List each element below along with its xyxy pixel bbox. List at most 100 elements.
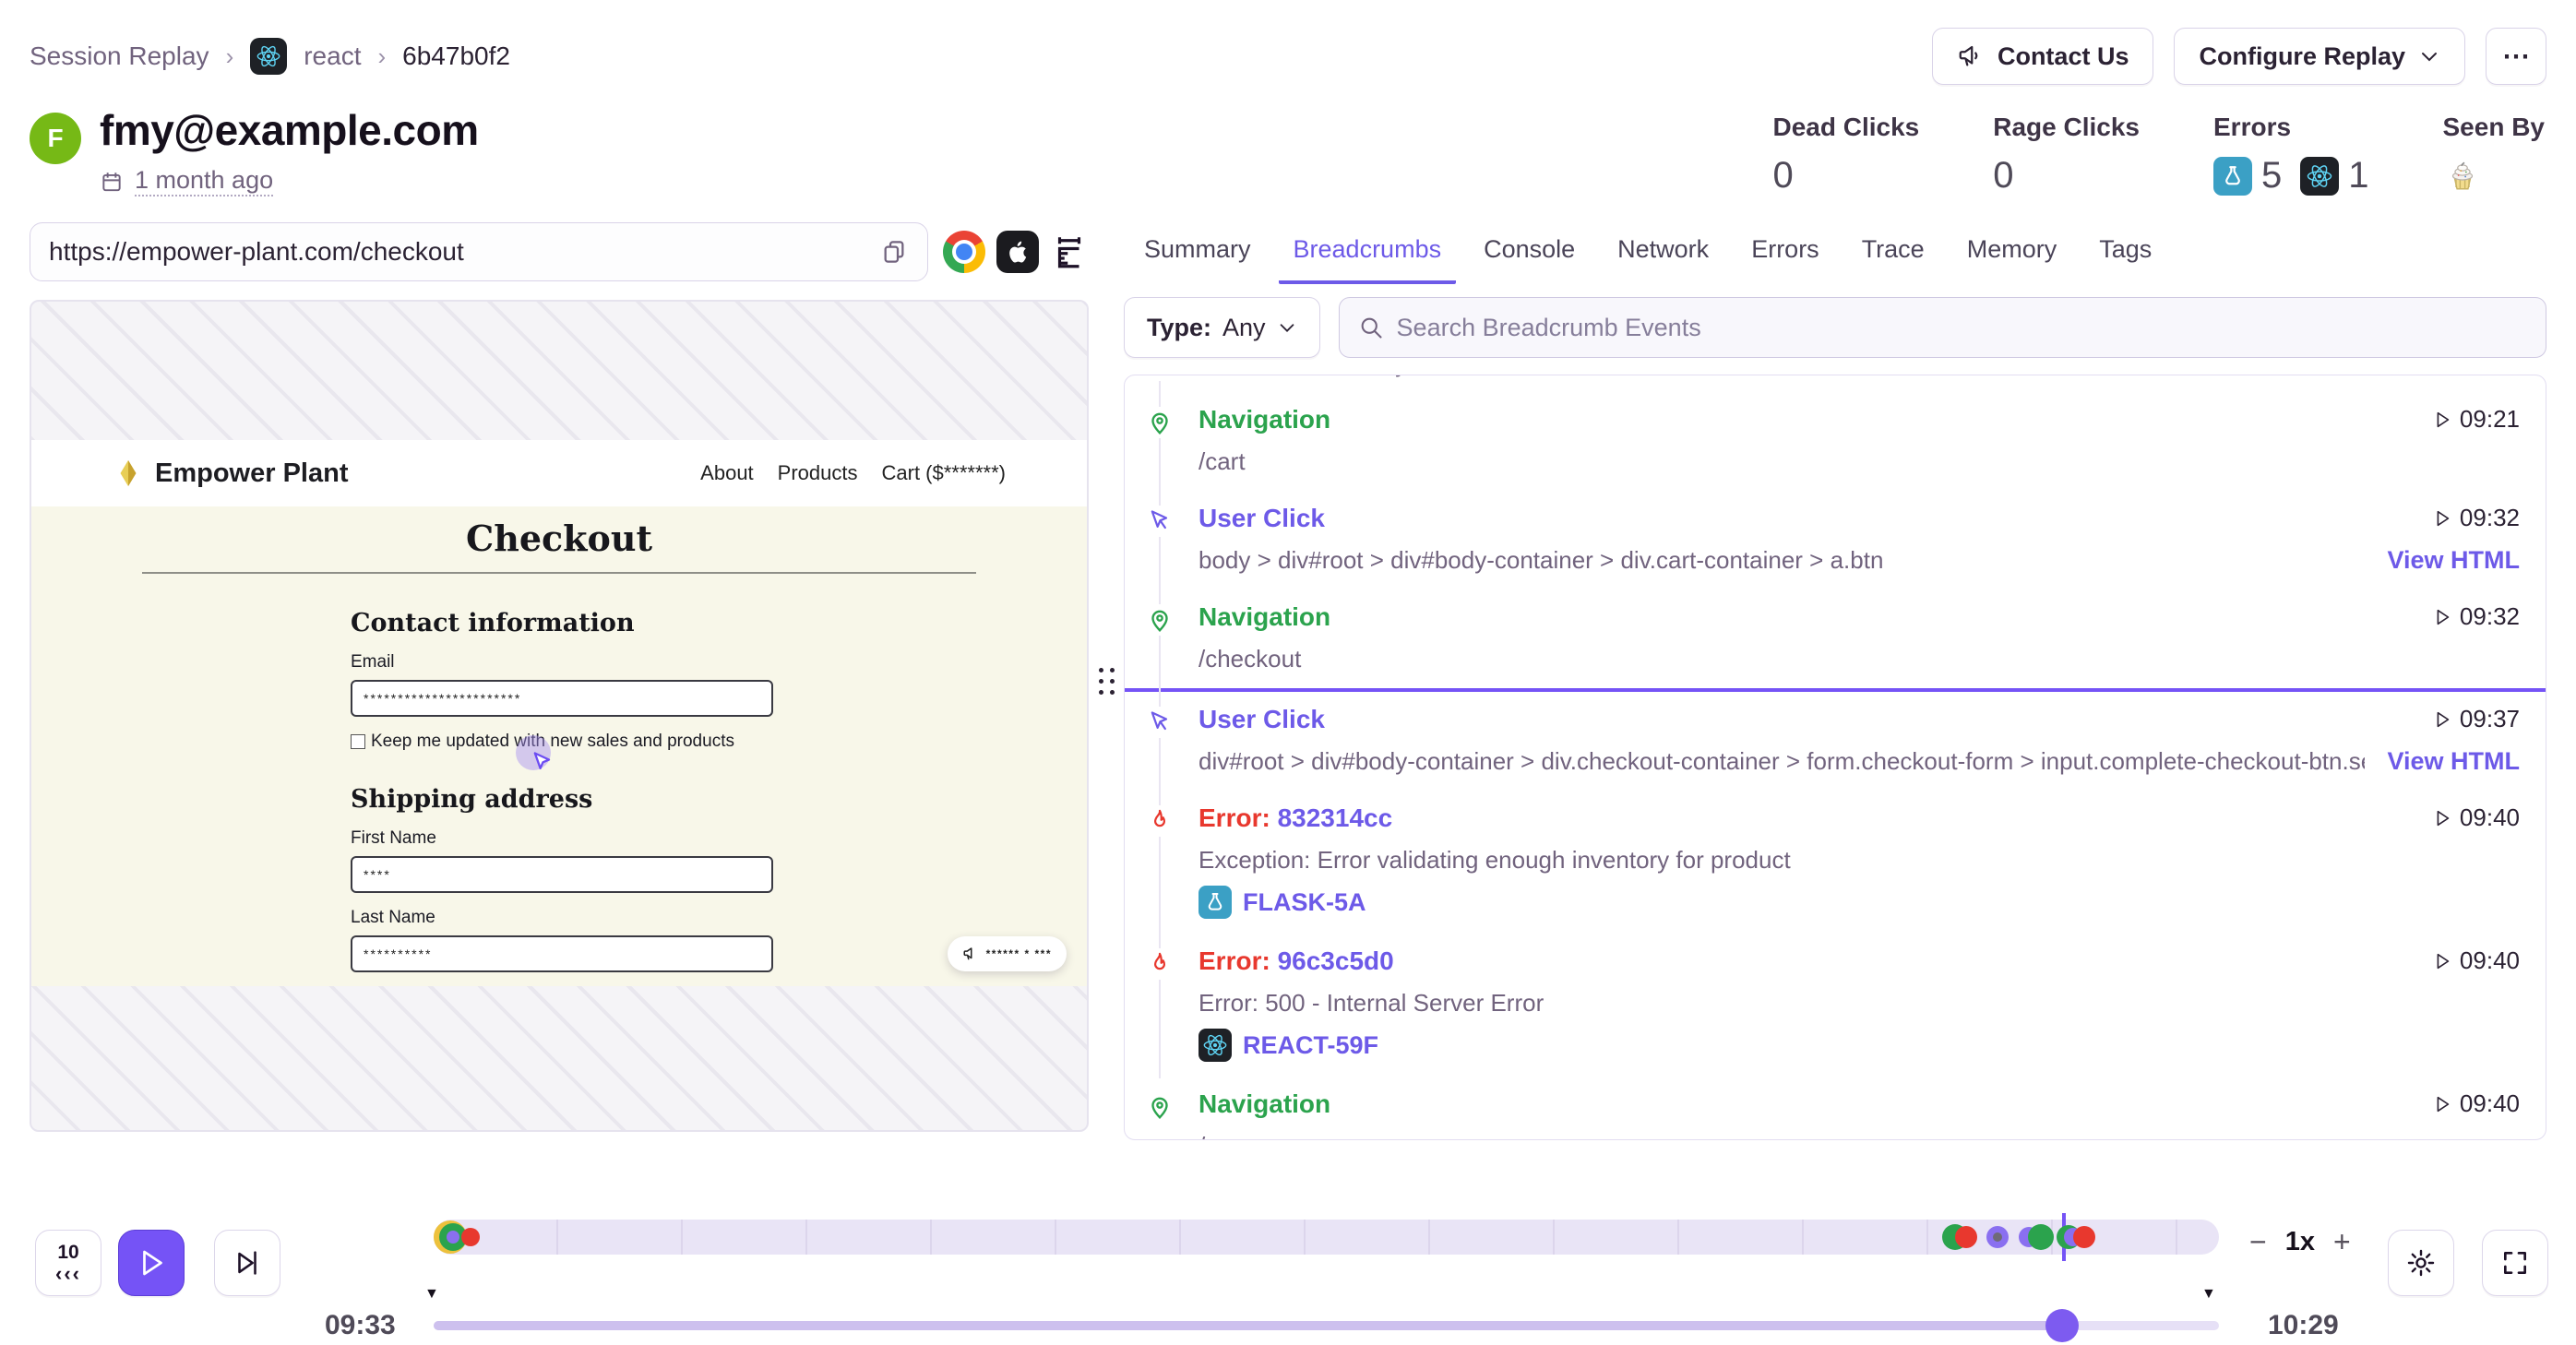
settings-button[interactable]	[2388, 1230, 2454, 1296]
view-html-link[interactable]: View HTML	[2387, 747, 2520, 776]
replayed-page: Empower Plant About Products Cart ($****…	[31, 440, 1087, 986]
breadcrumb-search	[1339, 297, 2546, 358]
tab-tags[interactable]: Tags	[2084, 232, 2166, 284]
ellipsis-icon: ⋯	[2502, 41, 2530, 73]
timeline-window-marker-left[interactable]: ▼	[424, 1286, 439, 1303]
issue-short-id-link[interactable]: REACT-59F	[1243, 1031, 1378, 1060]
event-row-navigation[interactable]: Navigation 09:21 /cart	[1125, 392, 2546, 491]
replay-player[interactable]: Empower Plant About Products Cart ($****…	[30, 300, 1089, 1132]
flask-project-icon[interactable]	[2213, 157, 2252, 196]
error-id-link[interactable]: 832314cc	[1278, 803, 1393, 832]
error-id-link[interactable]: 96c3c5d0	[1278, 946, 1394, 975]
event-timestamp[interactable]: 09:37	[2432, 705, 2520, 733]
event-row-error[interactable]: Error: 832314cc 09:40 Exception: Error v…	[1125, 791, 2546, 934]
last-name-field[interactable]	[351, 935, 773, 972]
fullscreen-icon	[2500, 1248, 2530, 1278]
nav-about[interactable]: About	[700, 461, 754, 485]
event-timestamp[interactable]: 09:40	[2432, 1089, 2520, 1118]
configure-replay-button[interactable]: Configure Replay	[2174, 28, 2465, 85]
navigation-pin-icon	[1144, 407, 1175, 438]
breadcrumb-replay-id: 6b47b0f2	[402, 42, 510, 71]
replay-time-ago[interactable]: 1 month ago	[135, 166, 273, 196]
event-row-clipped[interactable]: div#root > div#body-container > … View H…	[1125, 375, 2546, 392]
skip-to-end-button[interactable]	[214, 1230, 280, 1296]
breadcrumb-session-replay[interactable]: Session Replay	[30, 42, 209, 71]
timeline-event-dot	[1955, 1226, 1977, 1248]
speed-decrease-button[interactable]: −	[2249, 1225, 2267, 1259]
tab-trace[interactable]: Trace	[1847, 232, 1939, 284]
contact-us-button[interactable]: Contact Us	[1932, 28, 2154, 85]
megaphone-icon	[1957, 42, 1985, 70]
checkout-divider	[142, 572, 976, 574]
event-title: Navigation	[1199, 602, 1330, 632]
tab-breadcrumbs[interactable]: Breadcrumbs	[1279, 232, 1457, 284]
replay-url-bar: https://empower-plant.com/checkout	[30, 222, 928, 281]
event-row-navigation[interactable]: Navigation 09:40 /error	[1125, 1077, 2546, 1140]
react-error-project-icon[interactable]	[2300, 157, 2339, 196]
copy-url-button[interactable]	[879, 237, 909, 267]
timeline-event-dot	[2028, 1224, 2054, 1250]
event-selector: body > div#root > div#body-container > d…	[1199, 546, 2365, 575]
fullscreen-button[interactable]	[2482, 1230, 2548, 1296]
error-message: Error: 500 - Internal Server Error	[1199, 989, 2520, 1018]
user-info: F fmy@example.com 1 month ago	[30, 105, 479, 196]
event-path: /checkout	[1199, 645, 2520, 673]
player-controls: 10 ‹‹‹ 09:33 ▼ ▼ − 1x + 10:29	[0, 1186, 2576, 1345]
timeline-event-dot	[461, 1228, 480, 1246]
search-input[interactable]	[1397, 314, 2527, 342]
view-html-link[interactable]: View HTML	[2387, 375, 2520, 378]
contact-us-label: Contact Us	[1998, 42, 2129, 71]
tab-console[interactable]: Console	[1469, 232, 1590, 284]
event-row-navigation[interactable]: Navigation 09:32 /checkout	[1125, 589, 2546, 688]
play-button[interactable]	[118, 1230, 185, 1296]
progress-fill	[434, 1321, 2062, 1330]
rage-clicks-value: 0	[1993, 155, 2140, 196]
view-html-link[interactable]: View HTML	[2387, 546, 2520, 575]
event-row-user-click[interactable]: User Click 09:32 body > div#root > div#b…	[1125, 491, 2546, 589]
calendar-icon	[100, 170, 124, 194]
event-row-error[interactable]: Error: 96c3c5d0 09:40 Error: 500 - Inter…	[1125, 934, 2546, 1077]
event-title: Navigation	[1199, 1089, 1330, 1119]
play-from-here-icon	[2432, 951, 2452, 971]
tab-network[interactable]: Network	[1603, 232, 1723, 284]
speed-increase-button[interactable]: +	[2333, 1225, 2351, 1259]
play-from-here-icon	[2432, 607, 2452, 627]
page-title-user-email: fmy@example.com	[100, 105, 479, 155]
email-field[interactable]	[351, 680, 773, 717]
timeline-track[interactable]	[434, 1220, 2219, 1255]
top-actions: Contact Us Configure Replay ⋯	[1932, 28, 2546, 85]
progress-scrubber-handle[interactable]	[2045, 1309, 2079, 1342]
timeline-window-marker-right[interactable]: ▼	[2201, 1286, 2216, 1303]
panel-resize-handle[interactable]	[1099, 668, 1115, 695]
replay-current-url: https://empower-plant.com/checkout	[49, 237, 464, 267]
rewind-label: 10	[57, 1243, 78, 1262]
replay-stats: Dead Clicks 0 Rage Clicks 0 Errors 5	[1773, 105, 2547, 196]
type-filter-dropdown[interactable]: Type: Any	[1124, 297, 1320, 358]
rewind-10s-button[interactable]: 10 ‹‹‹	[35, 1230, 101, 1296]
event-timestamp[interactable]: 09:32	[2432, 504, 2520, 532]
progress-bar[interactable]	[434, 1321, 2219, 1330]
nav-products[interactable]: Products	[778, 461, 858, 485]
gear-icon	[2405, 1247, 2437, 1279]
event-row-user-click[interactable]: User Click 09:37 div#root > div#body-con…	[1125, 692, 2546, 791]
event-timestamp[interactable]: 09:21	[2432, 405, 2520, 434]
tab-summary[interactable]: Summary	[1129, 232, 1266, 284]
tab-errors[interactable]: Errors	[1736, 232, 1834, 284]
first-name-field[interactable]	[351, 856, 773, 893]
react-project-icon	[1199, 1029, 1232, 1062]
tab-memory[interactable]: Memory	[1952, 232, 2072, 284]
event-title: User Click	[1199, 504, 1325, 533]
event-timestamp[interactable]: 09:32	[2432, 602, 2520, 631]
event-timestamp[interactable]: 09:40	[2432, 803, 2520, 832]
breadcrumb-events-panel[interactable]: div#root > div#body-container > … View H…	[1124, 375, 2546, 1140]
seen-by-cupcake-avatar[interactable]	[2443, 155, 2482, 194]
more-options-button[interactable]: ⋯	[2486, 28, 2546, 85]
breadcrumb-project[interactable]: react	[304, 42, 361, 71]
issue-short-id-link[interactable]: FLASK-5A	[1243, 888, 1366, 917]
error-message: Exception: Error validating enough inven…	[1199, 846, 2520, 875]
event-timestamp[interactable]: 09:40	[2432, 946, 2520, 975]
search-icon	[1358, 315, 1384, 340]
play-icon	[135, 1246, 168, 1280]
newsletter-checkbox[interactable]	[351, 734, 365, 749]
nav-cart[interactable]: Cart ($*******)	[882, 461, 1007, 485]
